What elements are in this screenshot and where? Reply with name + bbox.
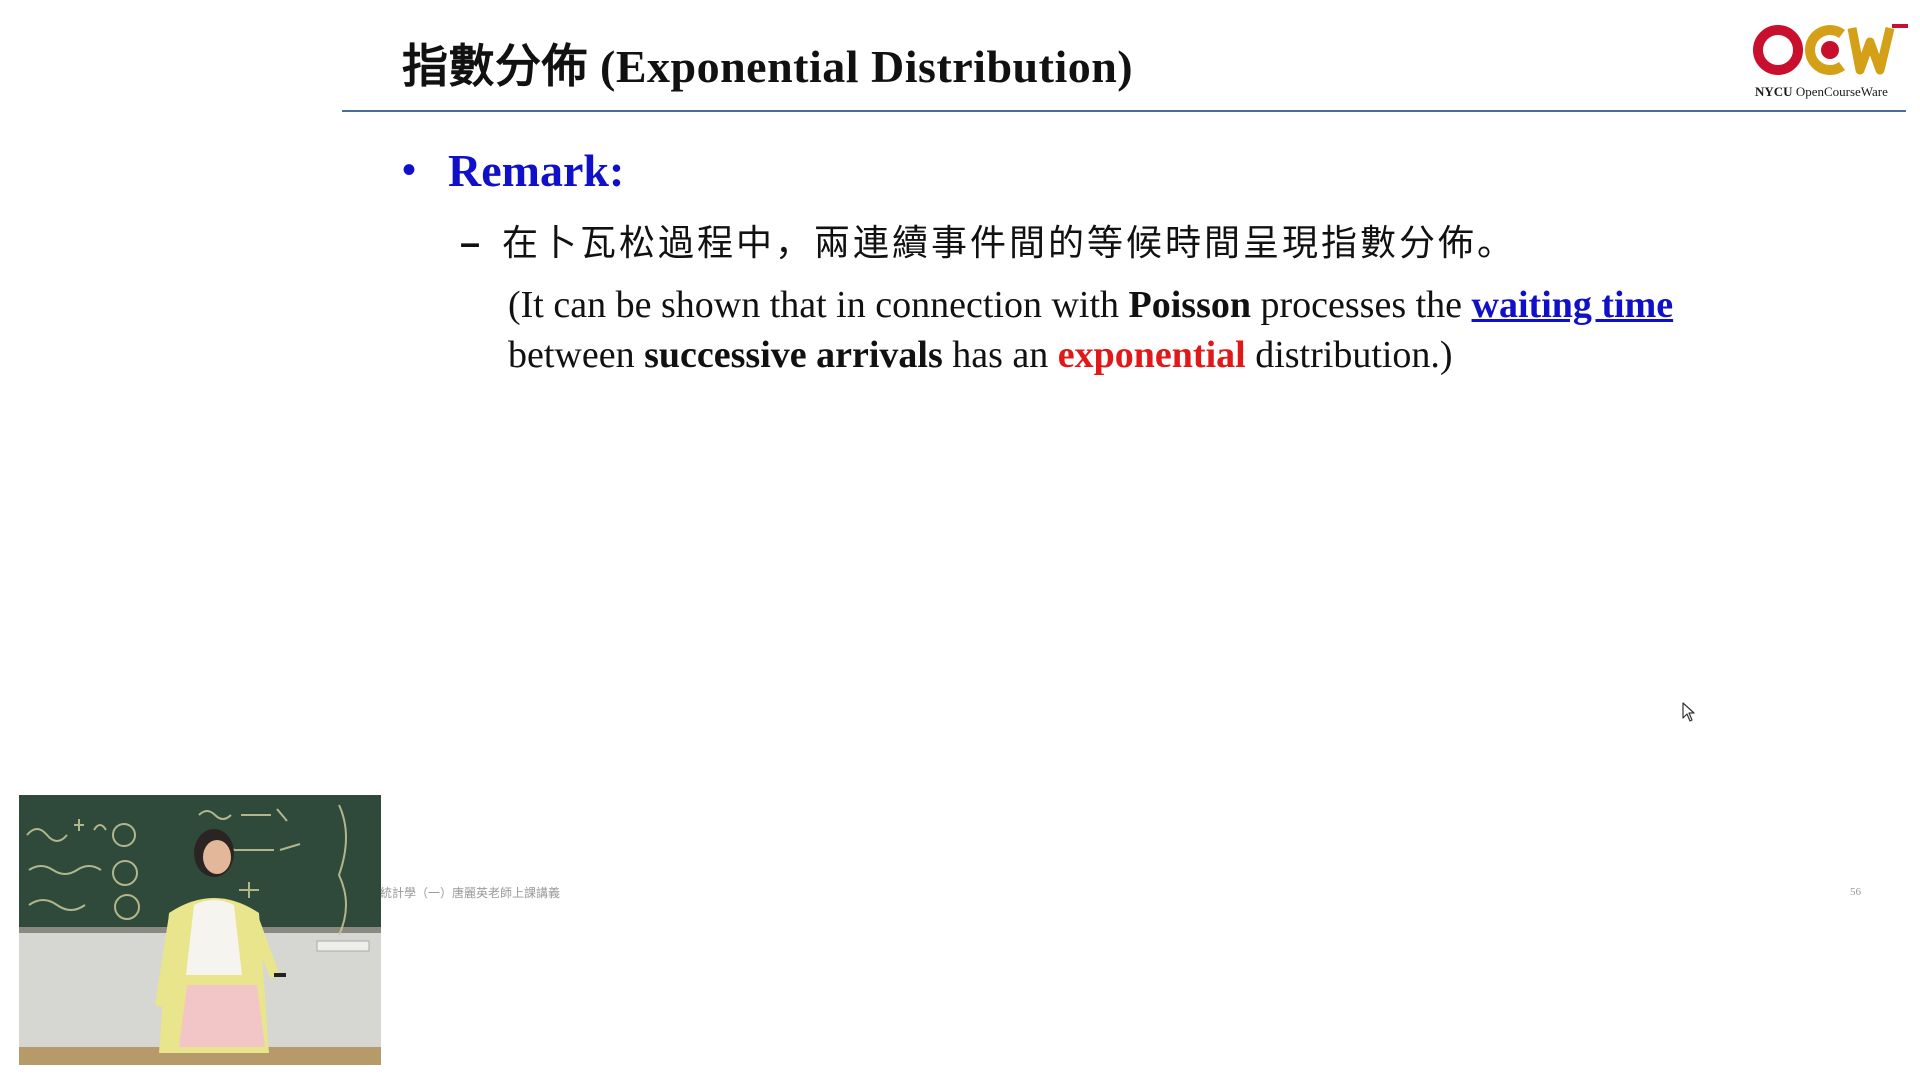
mouse-cursor-icon [1682, 702, 1695, 722]
para-text-5: distribution.) [1245, 334, 1453, 376]
sub-bullet-text: 在卜瓦松過程中，兩連續事件間的等候時間呈現指數分佈。 [502, 223, 1517, 264]
slide-title: 指數分佈 (Exponential Distribution) [402, 41, 1134, 92]
keyword-poisson: Poisson [1128, 284, 1251, 326]
logo-caption: NYCU OpenCourseWare [1755, 84, 1888, 100]
lecturer-video-overlay[interactable] [19, 795, 381, 1065]
page-number: 56 [1850, 886, 1861, 898]
bullet-marker: • [402, 147, 417, 192]
remark-heading: Remark: [448, 145, 625, 196]
logo-brand: NYCU [1755, 84, 1793, 99]
para-text-3: between [508, 334, 645, 376]
explanation-paragraph: (It can be shown that in connection with… [508, 280, 1808, 380]
remark-bullet: • Remark: [402, 144, 624, 197]
lecturer-video-feed-icon [19, 795, 381, 1065]
lecture-slide-screen: 指數分佈 (Exponential Distribution) NYCU Ope… [0, 0, 1920, 1080]
title-divider [342, 110, 1906, 112]
keyword-successive-arrivals: successive arrivals [644, 334, 943, 376]
slide-footer: 統計學（一）唐麗英老師上課講義 [380, 886, 561, 900]
para-text-1: (It can be shown that in connection with [508, 284, 1129, 326]
keyword-waiting-time: waiting time [1471, 284, 1674, 326]
sub-bullet-marker: – [460, 222, 481, 263]
keyword-exponential: exponential [1057, 334, 1246, 376]
para-text-4: has an [942, 334, 1058, 376]
para-text-2: processes the [1251, 284, 1472, 326]
logo-name: OpenCourseWare [1795, 84, 1888, 99]
sub-bullet: – 在卜瓦松過程中，兩連續事件間的等候時間呈現指數分佈。 [460, 214, 1516, 266]
